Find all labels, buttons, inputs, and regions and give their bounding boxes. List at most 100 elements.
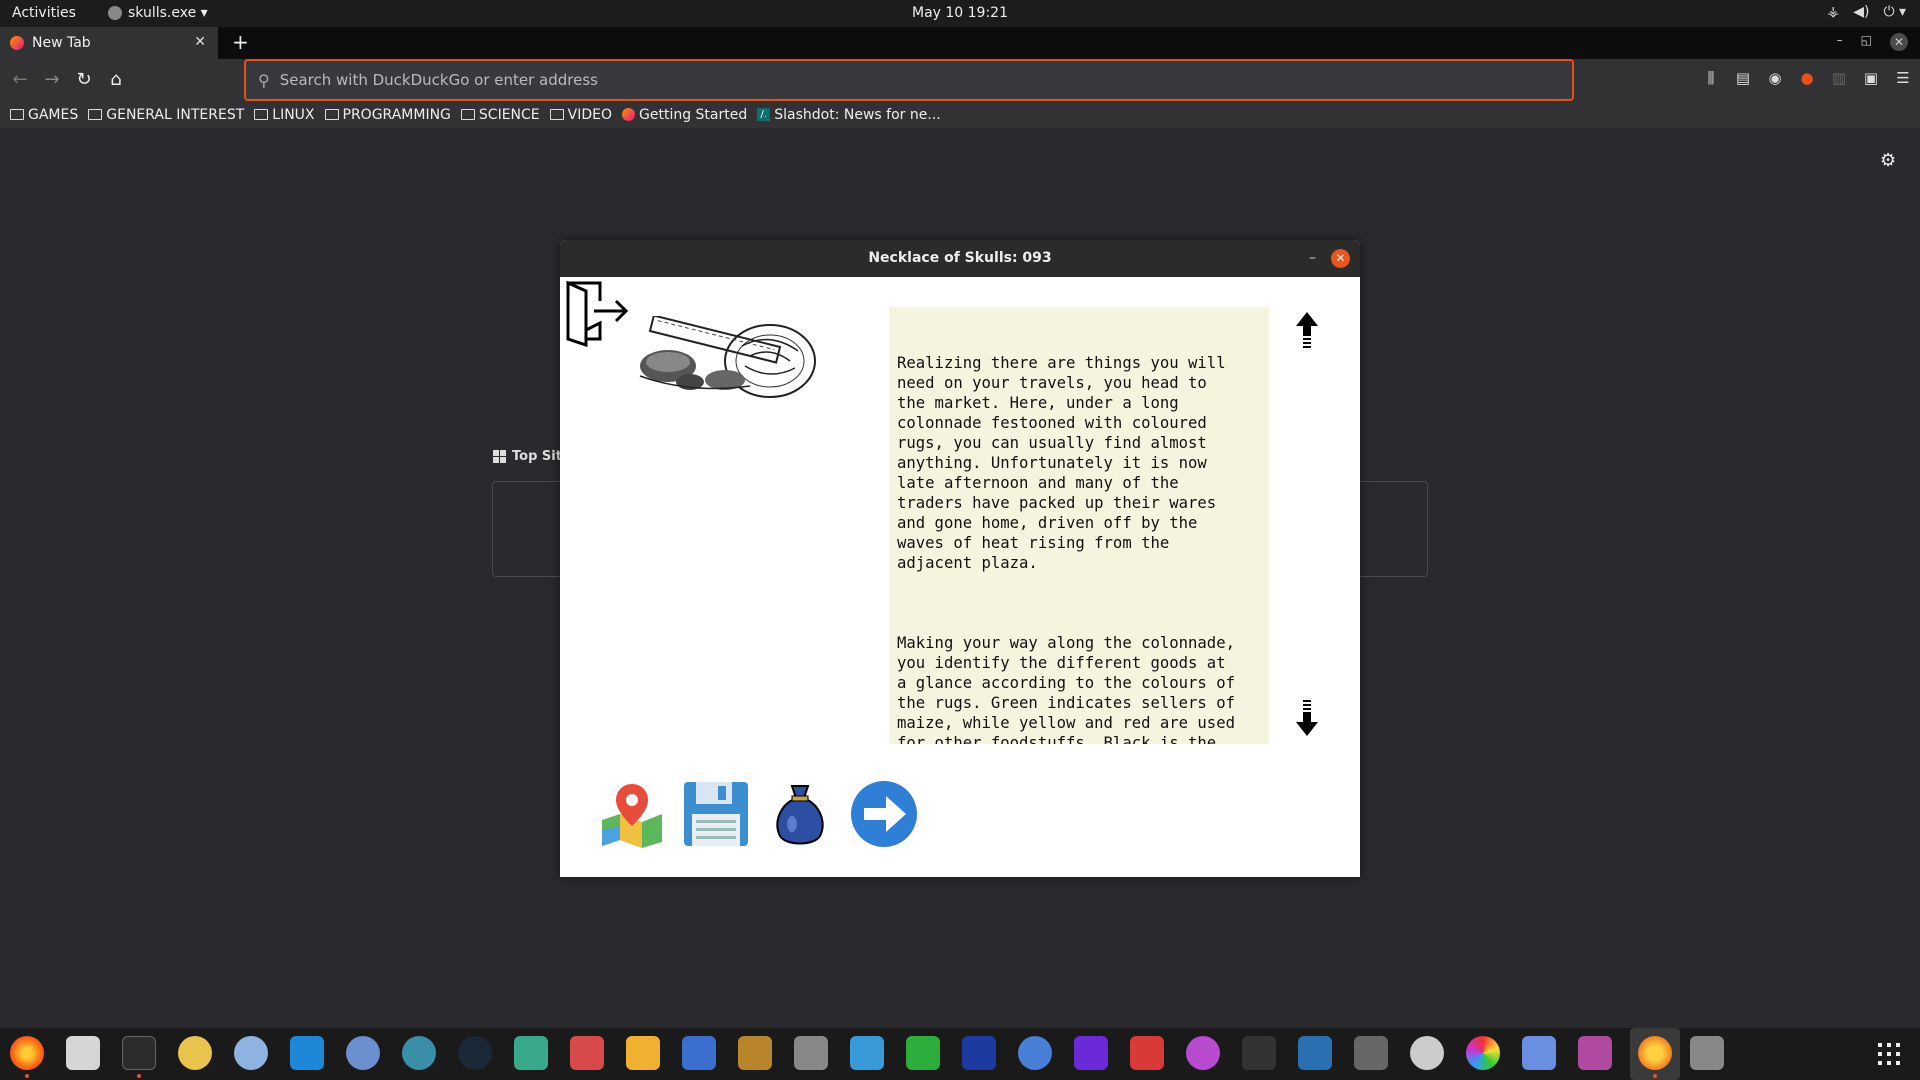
- diamond-icon[interactable]: [1130, 1036, 1164, 1070]
- new-tab-button[interactable]: +: [232, 30, 249, 54]
- rocket-icon[interactable]: [682, 1036, 716, 1070]
- maximize-icon[interactable]: ◱: [1861, 33, 1872, 51]
- close-icon[interactable]: ✕: [1331, 249, 1350, 268]
- sidebar-icon[interactable]: ▤: [1734, 69, 1752, 87]
- inventory-bag-icon[interactable]: [766, 780, 834, 848]
- network-icon[interactable]: ⚶: [1827, 4, 1839, 20]
- story-text-panel[interactable]: Realizing there are things you will need…: [889, 307, 1269, 744]
- horse-icon[interactable]: [1242, 1036, 1276, 1070]
- bookmarks-toolbar: GAMES GENERAL INTEREST LINUX PROGRAMMING…: [0, 101, 1920, 128]
- terminal-icon[interactable]: [122, 1036, 156, 1070]
- show-applications-icon[interactable]: [1878, 1043, 1900, 1065]
- trophy-icon[interactable]: [178, 1036, 212, 1070]
- bookmark-programming[interactable]: PROGRAMMING: [324, 107, 451, 123]
- disc-icon[interactable]: [1410, 1036, 1444, 1070]
- story-paragraph: Realizing there are things you will need…: [897, 354, 1226, 572]
- story-paragraph: Making your way along the colonnade, you…: [897, 634, 1235, 744]
- app-menu-label: skulls.exe ▾: [128, 5, 208, 21]
- system-top-bar: Activities skulls.exe ▾ May 10 19:21 ⚶ ◀…: [0, 0, 1920, 27]
- search-icon: ⚲: [258, 70, 270, 90]
- system-tray[interactable]: ⚶ ◀) ⏻ ▾: [1827, 4, 1906, 20]
- volume-icon[interactable]: ◀): [1853, 4, 1869, 20]
- top-sites-heading[interactable]: Top Sit: [493, 449, 562, 464]
- account-icon[interactable]: ◉: [1766, 69, 1784, 87]
- firefox-icon[interactable]: [10, 1036, 44, 1070]
- url-input[interactable]: [279, 71, 1480, 89]
- forward-icon[interactable]: →: [40, 68, 64, 92]
- skulls-app-icon[interactable]: [1638, 1036, 1672, 1070]
- bookmark-linux[interactable]: LINUX: [254, 106, 315, 123]
- browser-icon[interactable]: [402, 1036, 436, 1070]
- library-icon[interactable]: ⫼: [1702, 69, 1720, 87]
- activities-button[interactable]: Activities: [12, 5, 76, 21]
- money-icon[interactable]: [626, 1036, 660, 1070]
- reload-icon[interactable]: ↻: [72, 68, 96, 92]
- bookmark-label: LINUX: [272, 106, 315, 123]
- bookmark-video[interactable]: VIDEO: [549, 107, 612, 123]
- save-disk-icon[interactable]: [682, 780, 750, 848]
- bookmark-getting-started[interactable]: Getting Started: [622, 107, 747, 123]
- window-icon[interactable]: [1578, 1036, 1612, 1070]
- slashdot-icon: /.: [757, 108, 771, 121]
- bookmark-games[interactable]: GAMES: [10, 107, 78, 123]
- toolbar-icons: ⫼ ▤ ◉ ● ▥ ▣ ☰: [1702, 69, 1912, 87]
- drive-icon[interactable]: [1690, 1036, 1724, 1070]
- dolphin-icon[interactable]: [850, 1036, 884, 1070]
- power-icon[interactable]: ⏻ ▾: [1883, 4, 1906, 20]
- bookmark-label: GENERAL INTEREST: [106, 106, 245, 123]
- folder-icon: [254, 109, 269, 120]
- alien-icon[interactable]: [514, 1036, 548, 1070]
- r-icon[interactable]: [346, 1036, 380, 1070]
- telescope-icon[interactable]: [1354, 1036, 1388, 1070]
- s-icon[interactable]: [906, 1036, 940, 1070]
- grid-icon: [493, 450, 506, 463]
- game-title-bar[interactable]: Necklace of Skulls: 093 – ✕: [560, 240, 1360, 277]
- game-window-title: Necklace of Skulls: 093: [868, 250, 1052, 266]
- close-tab-icon[interactable]: ✕: [194, 34, 206, 50]
- firefox-icon: [622, 108, 635, 121]
- folder-icon: [460, 109, 475, 120]
- screenshot-icon[interactable]: [1522, 1036, 1556, 1070]
- folder-icon: [88, 109, 103, 120]
- chart-icon[interactable]: [1298, 1036, 1332, 1070]
- exit-door-icon[interactable]: [560, 277, 630, 348]
- back-icon[interactable]: ←: [8, 68, 32, 92]
- tab-title: New Tab: [32, 35, 91, 51]
- clock-label[interactable]: May 10 19:21: [912, 5, 1008, 21]
- app-icon: [108, 6, 122, 20]
- color-wheel-icon[interactable]: [1466, 1036, 1500, 1070]
- gear-icon[interactable]: ⚙: [1880, 150, 1896, 171]
- tab-new-tab[interactable]: New Tab ✕: [0, 27, 218, 59]
- privacy-icon[interactable]: ▣: [1862, 69, 1880, 87]
- crab-icon[interactable]: [570, 1036, 604, 1070]
- extension-icon[interactable]: ▥: [1830, 69, 1848, 87]
- bookmark-science[interactable]: SCIENCE: [460, 107, 540, 123]
- vscode-icon[interactable]: [290, 1036, 324, 1070]
- bookmark-label: Getting Started: [639, 106, 748, 123]
- controller-icon[interactable]: [794, 1036, 828, 1070]
- minimize-icon[interactable]: –: [1837, 33, 1843, 51]
- next-arrow-icon[interactable]: [850, 780, 918, 848]
- bar-icon[interactable]: [1074, 1036, 1108, 1070]
- scroll-up-arrow-icon[interactable]: [1289, 310, 1325, 350]
- minimize-icon[interactable]: –: [1309, 240, 1316, 277]
- grape-icon[interactable]: [1186, 1036, 1220, 1070]
- duckduckgo-icon[interactable]: ●: [1798, 69, 1816, 87]
- chrome-icon[interactable]: [234, 1036, 268, 1070]
- home-icon[interactable]: ⌂: [104, 68, 128, 92]
- steam-icon[interactable]: [458, 1036, 492, 1070]
- url-bar[interactable]: ⚲: [244, 59, 1574, 101]
- dock: [0, 1028, 1920, 1080]
- files-icon[interactable]: [66, 1036, 100, 1070]
- bookmark-slashdot[interactable]: /. Slashdot: News for ne...: [757, 107, 941, 123]
- menu-icon[interactable]: ☰: [1894, 69, 1912, 87]
- mame-icon[interactable]: [962, 1036, 996, 1070]
- close-window-icon[interactable]: ✕: [1890, 33, 1908, 51]
- scroll-down-arrow-icon[interactable]: [1289, 698, 1325, 738]
- app-menu[interactable]: skulls.exe ▾: [108, 5, 208, 21]
- dosbox-icon[interactable]: [738, 1036, 772, 1070]
- bookmark-label: GAMES: [28, 106, 79, 123]
- bookmark-general-interest[interactable]: GENERAL INTEREST: [88, 107, 244, 123]
- map-icon[interactable]: [598, 780, 666, 848]
- swirl-icon[interactable]: [1018, 1036, 1052, 1070]
